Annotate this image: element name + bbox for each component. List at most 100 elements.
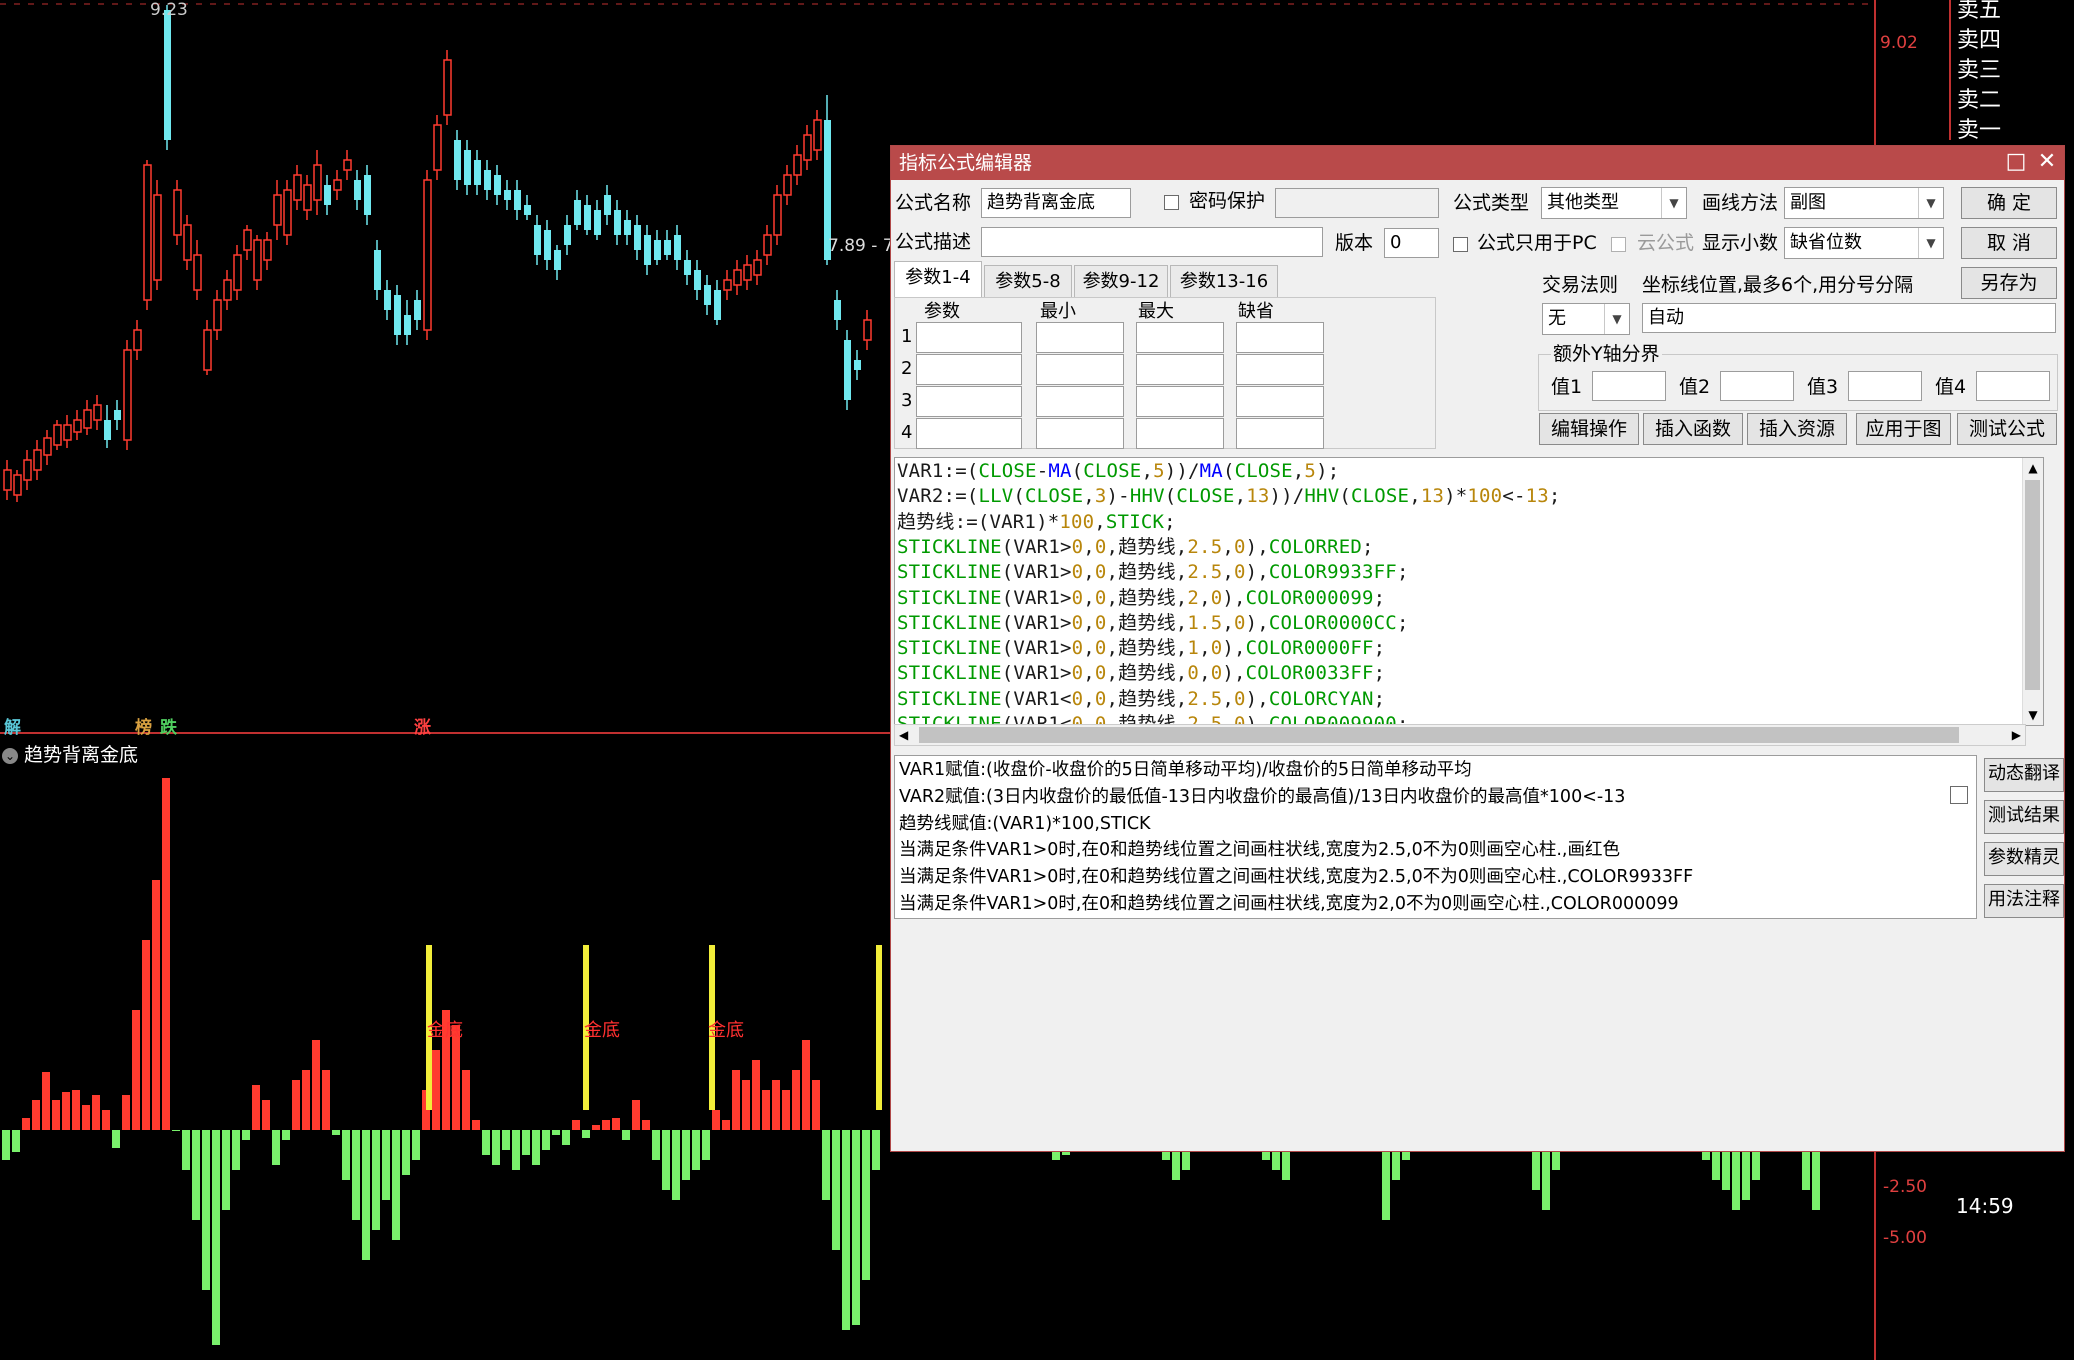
password-label: 密码保护 bbox=[1189, 190, 1266, 212]
usage-notes-button[interactable]: 用法注释 bbox=[1984, 884, 2064, 918]
param-cell-input[interactable] bbox=[916, 386, 1022, 417]
indicator-bar bbox=[722, 1120, 730, 1130]
code-token: (VAR1> bbox=[1001, 637, 1072, 660]
tab-params-13-16[interactable]: 参数13-16 bbox=[1170, 265, 1278, 297]
candle-body bbox=[714, 290, 721, 320]
version-input[interactable]: 0 bbox=[1384, 228, 1439, 258]
formula-translation-panel[interactable]: VAR1赋值:(收盘价-收盘价的5日简单移动平均)/收盘价的5日简单移动平均 VA… bbox=[894, 755, 1977, 919]
param-cell-input[interactable] bbox=[1136, 354, 1224, 385]
value1-input[interactable] bbox=[1592, 371, 1666, 401]
scroll-thumb[interactable] bbox=[919, 727, 1959, 743]
code-token: ; bbox=[1548, 485, 1561, 508]
formula-code-editor[interactable]: VAR1:=(CLOSE-MA(CLOSE,5))/MA(CLOSE,5); VA… bbox=[894, 457, 2044, 726]
indicator-bar bbox=[212, 1130, 220, 1345]
indicator-title[interactable]: ⌄ 趋势背离金底 bbox=[2, 740, 138, 767]
code-vertical-scrollbar[interactable]: ▲ ▼ bbox=[2022, 458, 2043, 725]
code-line: STICKLINE(VAR1>0,0,趋势线,0,0),COLOR0033FF; bbox=[897, 661, 1385, 686]
test-result-button[interactable]: 测试结果 bbox=[1984, 800, 2064, 834]
chevron-down-icon[interactable]: ▼ bbox=[1604, 304, 1629, 334]
scroll-down-icon[interactable]: ▼ bbox=[2023, 705, 2043, 725]
trade-rule-select[interactable]: 无 ▼ bbox=[1542, 303, 1630, 335]
close-icon[interactable]: ✕ bbox=[2034, 149, 2060, 175]
decimals-select[interactable]: 缺省位数 ▼ bbox=[1784, 227, 1944, 259]
indicator-bar bbox=[642, 1120, 650, 1130]
scroll-up-icon[interactable]: ▲ bbox=[2023, 458, 2043, 478]
scroll-thumb[interactable] bbox=[2025, 480, 2040, 690]
chevron-down-icon[interactable]: ▼ bbox=[1918, 228, 1943, 258]
param-cell-input[interactable] bbox=[1236, 354, 1324, 385]
param-cell-input[interactable] bbox=[1136, 322, 1224, 353]
chevron-down-icon[interactable]: ▼ bbox=[1661, 188, 1686, 218]
save-as-button[interactable]: 另存为 bbox=[1961, 267, 2057, 299]
param-cell-input[interactable] bbox=[1036, 386, 1124, 417]
formula-editor-dialog[interactable]: 指标公式编辑器 □ ✕ 公式名称 趋势背离金底 密码保护 公式类型 其他类型 ▼… bbox=[890, 145, 2065, 1152]
apply-to-chart-button[interactable]: 应用于图 bbox=[1856, 413, 1951, 445]
cancel-button[interactable]: 取 消 bbox=[1961, 227, 2057, 259]
axis-position-input[interactable]: 自动 bbox=[1642, 303, 2056, 333]
code-token: 0 bbox=[1071, 561, 1084, 584]
cloud-formula-checkbox[interactable] bbox=[1611, 237, 1626, 252]
formula-type-select[interactable]: 其他类型 ▼ bbox=[1541, 187, 1687, 219]
value4-input[interactable] bbox=[1976, 371, 2050, 401]
code-token: 0 bbox=[1094, 637, 1107, 660]
code-token: COLOR9933FF bbox=[1268, 561, 1397, 584]
ok-button[interactable]: 确 定 bbox=[1961, 187, 2057, 219]
password-checkbox[interactable] bbox=[1164, 195, 1179, 210]
param-cell-input[interactable] bbox=[1036, 418, 1124, 449]
order-book: 卖五 卖四 卖三 卖二 卖一 bbox=[1957, 0, 2017, 146]
tab-params-9-12[interactable]: 参数9-12 bbox=[1074, 265, 1168, 297]
param-cell-input[interactable] bbox=[916, 418, 1022, 449]
param-cell-input[interactable] bbox=[1136, 386, 1224, 417]
chevron-down-icon[interactable]: ▼ bbox=[1918, 188, 1943, 218]
param-cell-input[interactable] bbox=[1236, 418, 1324, 449]
indicator-bar bbox=[812, 1080, 820, 1130]
dynamic-translate-button[interactable]: 动态翻译 bbox=[1984, 758, 2064, 792]
value3-input[interactable] bbox=[1848, 371, 1922, 401]
edit-ops-button[interactable]: 编辑操作 bbox=[1539, 413, 1639, 445]
scroll-right-icon[interactable]: ▶ bbox=[2012, 725, 2021, 745]
code-token: HHV bbox=[1129, 485, 1165, 508]
formula-type-label: 公式类型 bbox=[1453, 192, 1530, 214]
maximize-icon[interactable]: □ bbox=[2003, 149, 2029, 175]
param-cell-input[interactable] bbox=[1036, 322, 1124, 353]
param-cell-input[interactable] bbox=[1036, 354, 1124, 385]
password-input[interactable] bbox=[1275, 188, 1439, 218]
param-wizard-button[interactable]: 参数精灵 bbox=[1984, 842, 2064, 876]
value2-input[interactable] bbox=[1720, 371, 1794, 401]
marker-jie: 解 bbox=[4, 718, 21, 738]
test-formula-button[interactable]: 测试公式 bbox=[1957, 413, 2057, 445]
candle-body bbox=[104, 420, 111, 440]
indicator-bar bbox=[622, 1130, 630, 1140]
scroll-left-icon[interactable]: ◀ bbox=[899, 725, 908, 745]
param-cell-input[interactable] bbox=[1236, 322, 1324, 353]
code-token: 0 bbox=[1094, 611, 1107, 634]
param-cell-input[interactable] bbox=[916, 322, 1022, 353]
tab-params-5-8[interactable]: 参数5-8 bbox=[984, 265, 1072, 297]
formula-desc-input[interactable] bbox=[981, 227, 1323, 257]
code-horizontal-scrollbar[interactable]: ◀ ▶ bbox=[894, 724, 2026, 746]
indicator-bar bbox=[182, 1130, 190, 1170]
translation-checkbox[interactable] bbox=[1950, 786, 1968, 804]
candle-body bbox=[73, 419, 82, 433]
formula-name-input[interactable]: 趋势背离金底 bbox=[981, 188, 1131, 218]
draw-method-select[interactable]: 副图 ▼ bbox=[1784, 187, 1944, 219]
collapse-icon[interactable]: ⌄ bbox=[2, 747, 18, 764]
insert-resource-button[interactable]: 插入资源 bbox=[1747, 413, 1847, 445]
value4-label: 值4 bbox=[1935, 376, 1967, 398]
candle-body bbox=[183, 224, 192, 261]
indicator-bar bbox=[62, 1092, 70, 1130]
tab-params-1-4[interactable]: 参数1-4 bbox=[894, 261, 982, 297]
indicator-bar bbox=[652, 1130, 660, 1160]
extra-y-axis-label: 额外Y轴分界 bbox=[1551, 341, 1662, 367]
param-cell-input[interactable] bbox=[1136, 418, 1224, 449]
candle-body bbox=[133, 329, 142, 351]
pc-only-checkbox[interactable] bbox=[1453, 237, 1468, 252]
code-token: 0 bbox=[1071, 662, 1084, 685]
indicator-bar bbox=[312, 1040, 320, 1130]
dialog-titlebar[interactable]: 指标公式编辑器 □ ✕ bbox=[891, 146, 2064, 180]
param-cell-input[interactable] bbox=[916, 354, 1022, 385]
insert-function-button[interactable]: 插入函数 bbox=[1643, 413, 1743, 445]
code-token: , bbox=[1083, 586, 1095, 609]
code-token: STICKLINE bbox=[897, 586, 1002, 609]
param-cell-input[interactable] bbox=[1236, 386, 1324, 417]
